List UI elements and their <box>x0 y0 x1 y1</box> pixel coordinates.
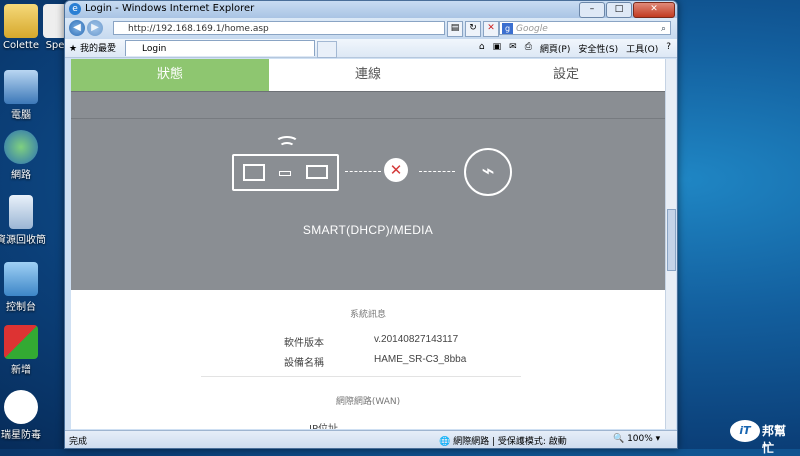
wan-section-title: 網際網路(WAN) <box>335 397 401 407</box>
stop-icon[interactable]: ✕ <box>483 21 499 37</box>
zoom-level: 100% <box>627 434 653 444</box>
favorites-label: 我的最愛 <box>79 44 116 54</box>
field-value: HAME_SR-C3_8bba <box>374 354 467 365</box>
wifi-inner-icon <box>279 142 295 152</box>
desktop-icon-network[interactable]: 網路 <box>0 130 51 181</box>
tools-menu[interactable]: 工具(O) <box>626 42 658 55</box>
antivirus-icon <box>4 390 38 424</box>
desktop-icon-label: 新增 <box>11 365 31 376</box>
url-input[interactable]: http://192.168.169.1/home.asp <box>113 21 445 35</box>
close-button[interactable]: ✕ <box>633 2 675 18</box>
security-zone: 🌐 網際網路 | 受保護模式: 啟動 <box>439 437 567 447</box>
ie-logo-icon: e <box>69 3 81 15</box>
system-section-title: 系統訊息 <box>349 310 386 320</box>
tab-connection[interactable]: 連線 <box>269 59 467 91</box>
connection-mode: SMART(DHCP)/MEDIA <box>302 223 434 237</box>
status-bar: 完成 🌐 網際網路 | 受保護模式: 啟動 🔍 100% ▾ <box>65 430 677 448</box>
desktop-icon-label: 控制台 <box>6 302 36 313</box>
desktop-icon-app[interactable]: 新增 <box>0 325 51 376</box>
home-icon[interactable]: ⌂ <box>479 42 485 55</box>
google-icon: g <box>502 23 513 34</box>
desktop-icon-label: 資源回收筒 <box>0 235 46 246</box>
field-label: 軟件版本 <box>284 338 324 349</box>
browser-window: e Login - Windows Internet Explorer – □ … <box>64 0 678 449</box>
ithelp-logo: iT 邦幫忙 <box>730 416 796 455</box>
link-line-right <box>419 171 455 172</box>
search-icon[interactable]: ⌕ <box>661 22 666 36</box>
safety-menu[interactable]: 安全性(S) <box>578 42 618 55</box>
desktop-icon-label: 網路 <box>11 170 31 181</box>
new-tab-button[interactable] <box>317 41 337 58</box>
divider <box>71 118 665 119</box>
computer-icon <box>4 70 38 104</box>
zoom-control[interactable]: 🔍 100% ▾ <box>613 434 660 444</box>
page-content: 狀態 連線 設定 ✕ ⌁ SMART(DHCP)/MEDIA 系統訊息 軟件版本… <box>71 59 665 429</box>
browser-tab-login[interactable]: Login <box>125 40 315 56</box>
tab-label: Login <box>142 44 167 54</box>
refresh-icon[interactable]: ↻ <box>465 21 481 37</box>
zone-label: 網際網路 | 受保護模式: 啟動 <box>453 437 567 447</box>
folder-icon <box>4 4 38 38</box>
compat-view-icon[interactable]: ▤ <box>447 21 463 37</box>
help-icon[interactable]: ? <box>666 42 671 55</box>
scroll-thumb[interactable] <box>667 209 676 271</box>
status-text: 完成 <box>69 437 88 447</box>
favorites-button[interactable]: ★ 我的最愛 <box>69 41 116 54</box>
router-icon <box>232 154 339 191</box>
minimize-button[interactable]: – <box>579 2 605 18</box>
lan-port-icon <box>243 164 265 181</box>
maximize-button[interactable]: □ <box>606 2 632 18</box>
ethernet-cable-icon: ⌁ <box>464 148 512 196</box>
print-icon[interactable]: ⎙ <box>525 42 532 55</box>
vertical-scrollbar[interactable] <box>665 59 676 429</box>
app-icon <box>4 325 38 359</box>
address-bar: ◀ ▶ http://192.168.169.1/home.asp ▤ ↻ ✕ … <box>65 18 677 39</box>
search-placeholder: Google <box>516 24 548 34</box>
page-menu[interactable]: 網頁(P) <box>540 42 570 55</box>
desktop-icon-label: 電腦 <box>11 110 31 121</box>
window-title: Login - Windows Internet Explorer <box>85 3 255 14</box>
led-icon <box>279 171 291 176</box>
back-button[interactable]: ◀ <box>69 20 85 36</box>
logo-bubble: iT <box>730 420 760 442</box>
section-divider <box>201 376 521 377</box>
favorites-bar: ★ 我的最愛 Login ⌂ ▣ ✉ ⎙ 網頁(P) 安全性(S) 工具(O) … <box>65 39 677 58</box>
field-label: IP位址 <box>309 420 338 429</box>
desktop-icon-computer[interactable]: 電腦 <box>0 70 51 121</box>
link-line-left <box>345 171 381 172</box>
logo-text: 邦幫忙 <box>762 424 787 455</box>
desktop-icon-label: 瑞星防毒 <box>1 430 41 441</box>
forward-button[interactable]: ▶ <box>87 20 103 36</box>
usb-port-icon <box>306 165 328 179</box>
control-panel-icon <box>4 262 38 296</box>
field-label: 設備名稱 <box>284 358 324 369</box>
status-panel: ✕ ⌁ SMART(DHCP)/MEDIA <box>71 91 665 290</box>
title-bar[interactable]: e Login - Windows Internet Explorer – □ … <box>65 1 677 18</box>
command-bar: ⌂ ▣ ✉ ⎙ 網頁(P) 安全性(S) 工具(O) ? <box>479 42 671 55</box>
search-input[interactable]: g Google ⌕ <box>499 21 671 35</box>
tab-status[interactable]: 狀態 <box>71 59 269 91</box>
nav-tabs: 狀態 連線 設定 <box>71 59 665 91</box>
mail-icon[interactable]: ✉ <box>509 42 517 55</box>
network-icon <box>4 130 38 164</box>
tab-settings[interactable]: 設定 <box>467 59 665 91</box>
field-value: v.20140827143117 <box>374 334 459 345</box>
desktop-icon-recycle-bin[interactable]: 資源回收筒 <box>0 195 51 246</box>
system-info: 系統訊息 軟件版本 v.20140827143117 設備名稱 HAME_SR-… <box>71 290 665 429</box>
desktop-icon-antivirus[interactable]: 瑞星防毒 <box>0 390 51 441</box>
recycle-bin-icon <box>9 195 33 229</box>
disconnected-icon: ✕ <box>384 158 408 182</box>
feeds-icon[interactable]: ▣ <box>493 42 502 55</box>
desktop-icon-control-panel[interactable]: 控制台 <box>0 262 51 313</box>
